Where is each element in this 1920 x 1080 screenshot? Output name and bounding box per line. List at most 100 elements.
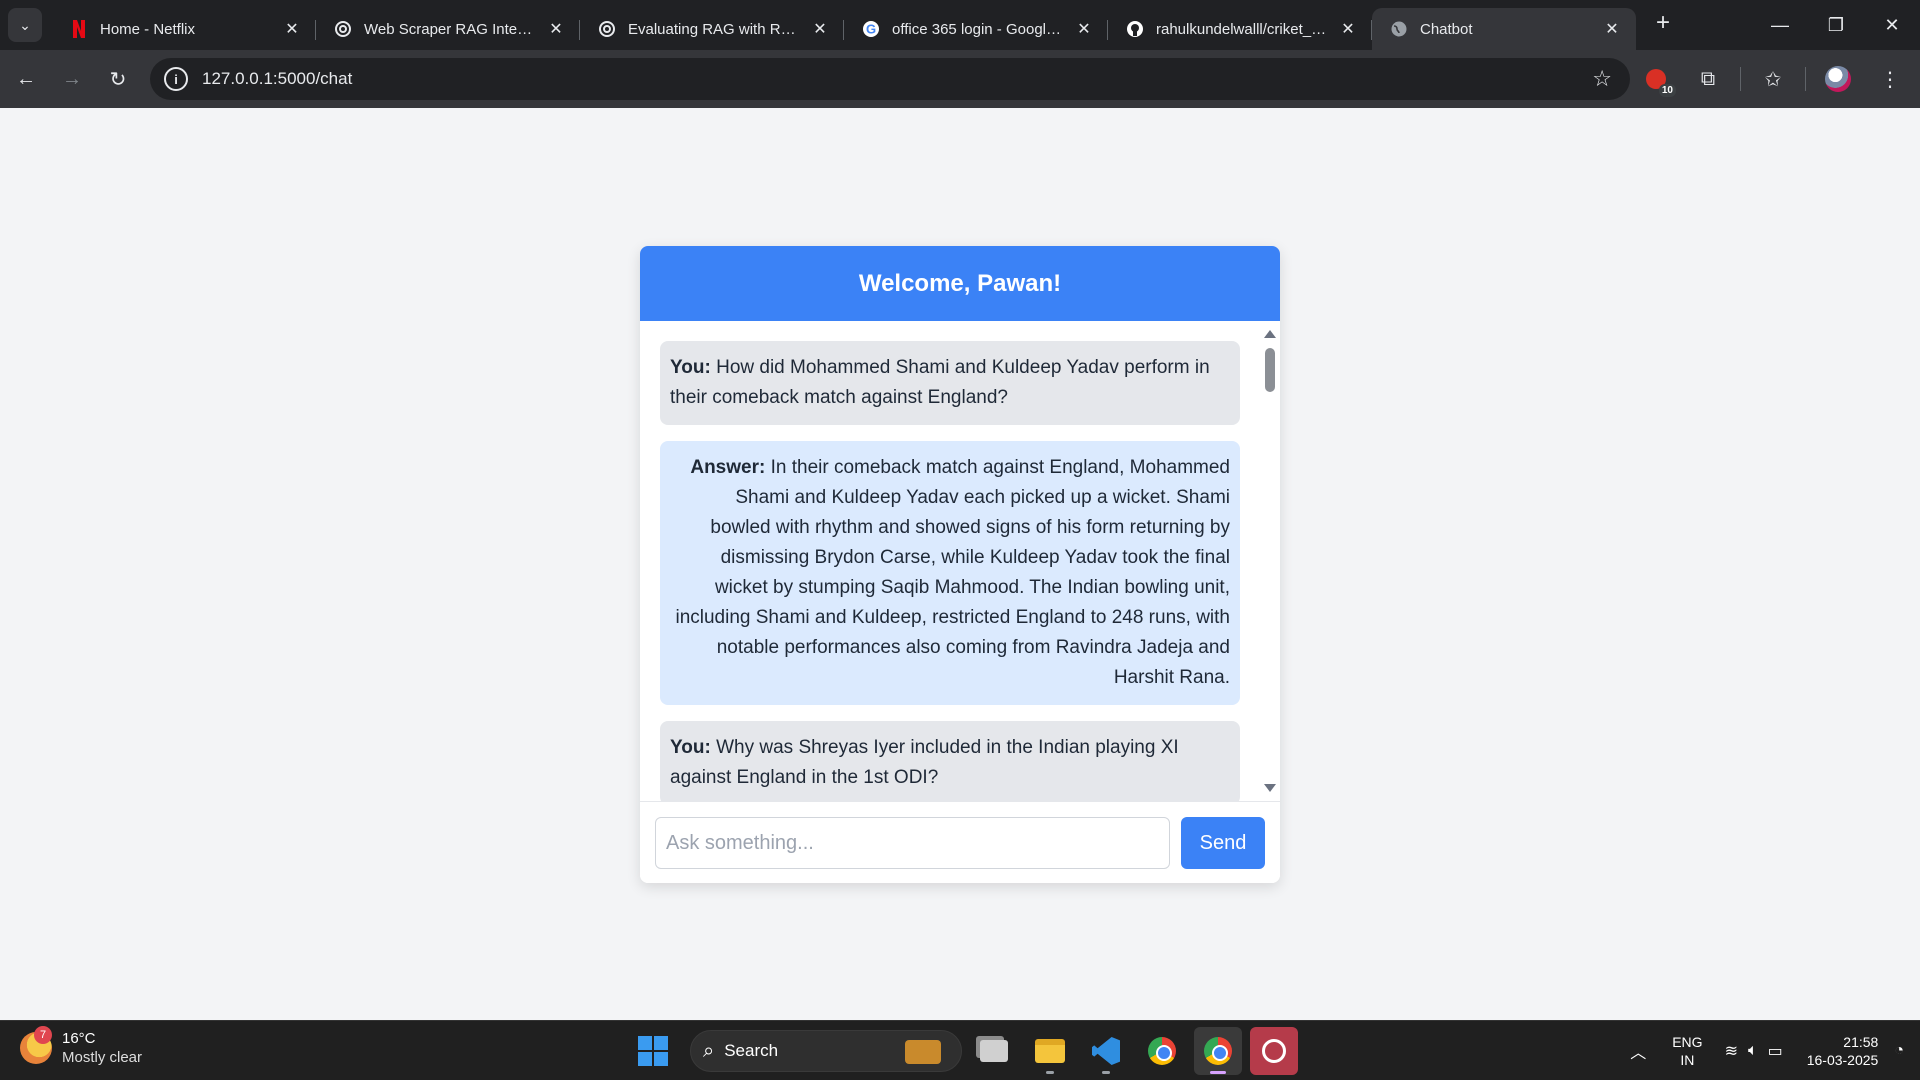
- message-scrollbar[interactable]: [1262, 326, 1278, 796]
- clock-date: 16-03-2025: [1806, 1052, 1879, 1068]
- user-message: You: How did Mohammed Shami and Kuldeep …: [660, 341, 1240, 425]
- forward-button[interactable]: →: [52, 59, 92, 99]
- menu-button[interactable]: ⋮: [1870, 59, 1910, 99]
- address-url[interactable]: 127.0.0.1:5000/chat: [202, 69, 352, 89]
- chrome-button[interactable]: [1138, 1027, 1186, 1075]
- scroll-down-icon[interactable]: [1264, 784, 1276, 792]
- netflix-icon: [70, 20, 88, 38]
- clock-time: 21:58: [1843, 1034, 1879, 1050]
- tab-title: Chatbot: [1420, 20, 1473, 38]
- close-icon[interactable]: ✕: [546, 19, 566, 39]
- close-icon: ✕: [1884, 14, 1900, 35]
- close-icon[interactable]: ✕: [1602, 19, 1622, 39]
- restore-button[interactable]: ❐: [1808, 0, 1864, 50]
- weather-condition: Mostly clear: [62, 1049, 143, 1066]
- address-bar[interactable]: i 127.0.0.1:5000/chat ☆: [150, 58, 1630, 100]
- extensions-menu-button[interactable]: ⧉: [1688, 59, 1728, 99]
- weather-widget[interactable]: 7 16°C Mostly clear: [20, 1026, 143, 1067]
- close-icon[interactable]: ✕: [282, 19, 302, 39]
- scrollbar-thumb[interactable]: [1265, 348, 1275, 392]
- speaker-label: You:: [670, 737, 711, 758]
- tab-netflix[interactable]: Home - Netflix ✕: [52, 8, 316, 50]
- avatar: [1825, 66, 1851, 92]
- site-info-icon[interactable]: i: [164, 67, 188, 91]
- tab-google-search[interactable]: G office 365 login - Google Search ✕: [844, 8, 1108, 50]
- chat-window: Welcome, Pawan! You: How did Mohammed Sh…: [640, 246, 1280, 883]
- puzzle-icon: ⧉: [1700, 67, 1716, 90]
- speaker-label: Answer:: [690, 457, 766, 478]
- window-controls: — ❐ ✕: [1752, 0, 1920, 50]
- tab-evaluating-rag[interactable]: Evaluating RAG with Ragas ✕: [580, 8, 844, 50]
- google-icon: G: [862, 20, 880, 38]
- page-content: Welcome, Pawan! You: How did Mohammed Sh…: [0, 108, 1920, 1020]
- chrome-profile-button[interactable]: [1194, 1027, 1242, 1075]
- weather-icon: 7: [20, 1026, 52, 1064]
- globe-icon: [1390, 20, 1408, 38]
- volume-icon[interactable]: 🔈︎: [1748, 1042, 1758, 1060]
- language-indicator[interactable]: ENG IN: [1672, 1033, 1702, 1069]
- chrome-icon: [1148, 1037, 1176, 1065]
- folder-icon: [1035, 1039, 1065, 1063]
- wifi-icon[interactable]: ≋: [1725, 1041, 1738, 1061]
- star-list-icon: ✩: [1764, 68, 1782, 91]
- github-icon: [1126, 20, 1144, 38]
- system-tray: ︿ ENG IN ≋ 🔈︎ ▭ 21:58 16-03-2025 ◔: [1630, 1021, 1920, 1080]
- search-icon: ⌕: [703, 1039, 715, 1062]
- tab-strip: ⌄ Home - Netflix ✕ Web Scraper RAG Integ…: [0, 0, 1920, 50]
- chevron-down-icon: ⌄: [19, 16, 31, 33]
- browser-toolbar: ← → ↻ i 127.0.0.1:5000/chat ☆ 10 ⧉ ✩ ⋮: [0, 50, 1920, 108]
- message-list[interactable]: You: How did Mohammed Shami and Kuldeep …: [640, 321, 1280, 801]
- tab-title: rahulkundelwalll/criket_news: [1156, 20, 1330, 38]
- arrow-right-icon: →: [62, 67, 82, 90]
- reload-icon: ↻: [109, 68, 127, 91]
- composer: Send: [640, 801, 1280, 883]
- tab-github[interactable]: rahulkundelwalll/criket_news ✕: [1108, 8, 1372, 50]
- message-input[interactable]: [655, 817, 1170, 869]
- back-button[interactable]: ←: [6, 59, 46, 99]
- tab-title: Web Scraper RAG Integration: [364, 20, 538, 38]
- tab-title: Home - Netflix: [100, 20, 196, 38]
- bot-message: Answer: In their comeback match against …: [660, 441, 1240, 705]
- search-highlight-icon: [905, 1040, 941, 1064]
- close-window-button[interactable]: ✕: [1864, 0, 1920, 50]
- close-icon[interactable]: ✕: [1338, 19, 1358, 39]
- chrome-icon: [1204, 1037, 1232, 1065]
- minimize-icon: —: [1771, 14, 1789, 35]
- vscode-button[interactable]: [1082, 1027, 1130, 1075]
- battery-icon[interactable]: ▭: [1768, 1041, 1783, 1061]
- send-button[interactable]: Send: [1181, 817, 1265, 869]
- svg-text:G: G: [866, 22, 876, 37]
- tab-chatbot[interactable]: Chatbot ✕: [1372, 8, 1636, 50]
- extension-badge: 10: [1658, 84, 1676, 97]
- minimize-button[interactable]: —: [1752, 0, 1808, 50]
- weather-badge: 7: [34, 1026, 52, 1044]
- close-icon[interactable]: ✕: [810, 19, 830, 39]
- speaker-label: You:: [670, 357, 711, 378]
- chevron-up-icon[interactable]: ︿: [1630, 1039, 1646, 1063]
- vscode-icon: [1092, 1037, 1120, 1065]
- profile-button[interactable]: [1818, 59, 1858, 99]
- tab-title: office 365 login - Google Search: [892, 20, 1066, 38]
- task-view-button[interactable]: [970, 1027, 1018, 1075]
- file-explorer-button[interactable]: [1026, 1027, 1074, 1075]
- start-button[interactable]: [638, 1036, 668, 1066]
- tab-web-scraper[interactable]: Web Scraper RAG Integration ✕: [316, 8, 580, 50]
- arrow-left-icon: ←: [16, 67, 36, 90]
- extension-button[interactable]: 10: [1636, 59, 1676, 99]
- tab-search-button[interactable]: ⌄: [8, 8, 42, 42]
- tab-title: Evaluating RAG with Ragas: [628, 20, 802, 38]
- screen-recorder-button[interactable]: [1250, 1027, 1298, 1075]
- task-view-icon: [980, 1040, 1008, 1062]
- reload-button[interactable]: ↻: [98, 59, 138, 99]
- extensions-area: 10 ⧉ ✩ ⋮: [1624, 59, 1910, 99]
- plus-icon: +: [1655, 9, 1670, 36]
- taskbar: 7 16°C Mostly clear ⌕ Search ︿ ENG IN ≋ …: [0, 1020, 1920, 1080]
- notification-icon[interactable]: ◔: [1894, 1042, 1904, 1060]
- scroll-up-icon[interactable]: [1264, 330, 1276, 338]
- clock[interactable]: 21:58 16-03-2025: [1807, 1033, 1879, 1069]
- close-icon[interactable]: ✕: [1074, 19, 1094, 39]
- bookmark-star-icon[interactable]: ☆: [1592, 66, 1612, 92]
- new-tab-button[interactable]: +: [1646, 6, 1680, 40]
- bookmarks-button[interactable]: ✩: [1753, 59, 1793, 99]
- taskbar-search[interactable]: ⌕ Search: [690, 1030, 962, 1072]
